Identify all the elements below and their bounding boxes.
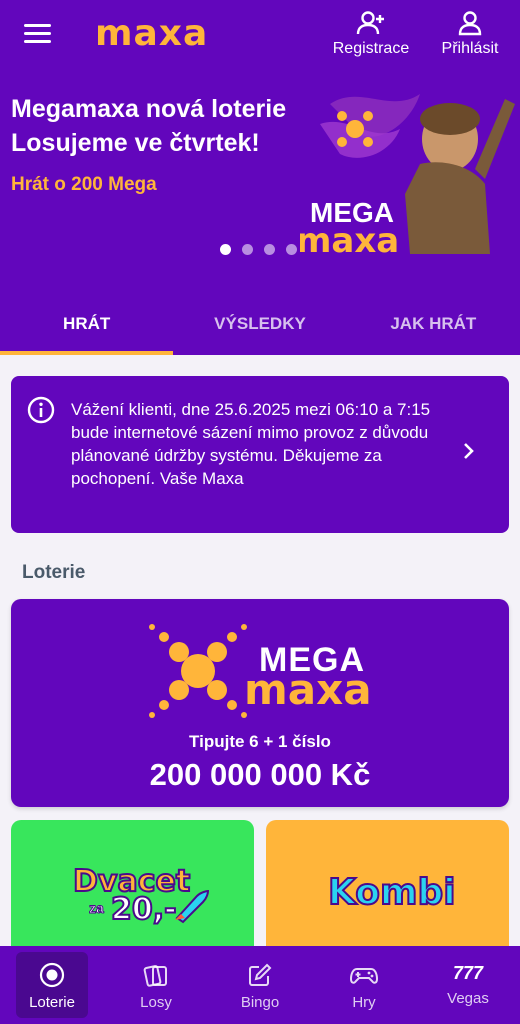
hero-title: Megamaxa nová loterie Losujeme ve čtvrte… <box>11 92 286 160</box>
section-title-loterie: Loterie <box>22 562 86 583</box>
hero-title-line1: Megamaxa nová loterie <box>11 95 287 123</box>
nav-bingo[interactable]: Bingo <box>208 946 312 1024</box>
chevron-right-icon <box>464 443 474 459</box>
nav-hry-label: Hry <box>352 994 376 1011</box>
maintenance-notice[interactable]: Vážení klienti, dne 25.6.2025 mezi 06:10… <box>11 376 509 533</box>
kombi-logo-title: Kombi <box>327 871 457 914</box>
tab-vysledky[interactable]: VÝSLEDKY <box>173 300 346 355</box>
dvacet-logo-price: 20,- <box>110 891 178 928</box>
app-header: maxa Registrace Přihlásit <box>0 0 520 70</box>
tab-hrat[interactable]: HRÁT <box>0 300 174 355</box>
register-button[interactable]: Registrace <box>330 10 412 58</box>
megamaxa-hero-illustration: MEGA maxa <box>300 94 515 261</box>
megamaxa-tagline: Tipujte 6 + 1 číslo <box>189 732 331 751</box>
maxa-logo[interactable]: maxa <box>95 12 208 56</box>
info-icon <box>27 396 55 424</box>
777-icon: 777 <box>452 963 484 983</box>
carousel-dot[interactable] <box>242 244 253 255</box>
user-icon <box>458 11 482 36</box>
carousel-dot[interactable] <box>220 244 231 255</box>
megamaxa-logo-maxa: maxa <box>244 665 372 714</box>
hero-banner[interactable]: Megamaxa nová loterie Losujeme ve čtvrte… <box>0 70 520 300</box>
register-label: Registrace <box>332 40 410 57</box>
user-plus-icon <box>356 11 384 35</box>
edit-icon <box>249 963 272 986</box>
nav-bingo-label: Bingo <box>240 994 280 1011</box>
gamepad-icon <box>349 968 379 984</box>
tickets-icon <box>143 965 167 987</box>
nav-vegas-label: Vegas <box>447 990 489 1007</box>
dvacet-card[interactable]: Dvacet za 20,- <box>11 820 254 960</box>
carousel-dots <box>220 244 297 255</box>
bottom-navigation: Loterie Losy Bingo Hry 777 Vegas <box>0 946 520 1024</box>
megamaxa-card[interactable]: MEGA maxa Tipujte 6 + 1 číslo 200 000 00… <box>11 599 509 807</box>
nav-hry[interactable]: Hry <box>312 946 416 1024</box>
notice-text: Vážení klienti, dne 25.6.2025 mezi 06:10… <box>71 400 431 488</box>
nav-losy-label: Losy <box>140 994 172 1011</box>
hero-logo-maxa: maxa <box>300 221 399 261</box>
nav-losy[interactable]: Losy <box>104 946 208 1024</box>
kombi-card[interactable]: Kombi <box>266 820 509 960</box>
lottery-icon <box>39 962 65 988</box>
login-label: Přihlásit <box>441 40 499 57</box>
carousel-dot[interactable] <box>286 244 297 255</box>
megamaxa-prize: 200 000 000 Kč <box>149 757 371 792</box>
tab-jak-hrat[interactable]: JAK HRÁT <box>347 300 520 355</box>
hero-title-line2: Losujeme ve čtvrtek! <box>11 129 260 157</box>
rocket-icon <box>175 889 210 924</box>
hero-subtitle[interactable]: Hrát o 200 Mega <box>11 174 157 196</box>
carousel-dot[interactable] <box>264 244 275 255</box>
hamburger-icon[interactable] <box>24 24 51 44</box>
nav-loterie-label: Loterie <box>29 994 75 1011</box>
nav-vegas[interactable]: 777 Vegas <box>416 946 520 1024</box>
nav-loterie[interactable]: Loterie <box>0 946 104 1024</box>
main-tabs: HRÁT VÝSLEDKY JAK HRÁT <box>0 300 520 355</box>
login-button[interactable]: Přihlásit <box>434 10 506 58</box>
dvacet-logo-za: za <box>89 900 105 917</box>
